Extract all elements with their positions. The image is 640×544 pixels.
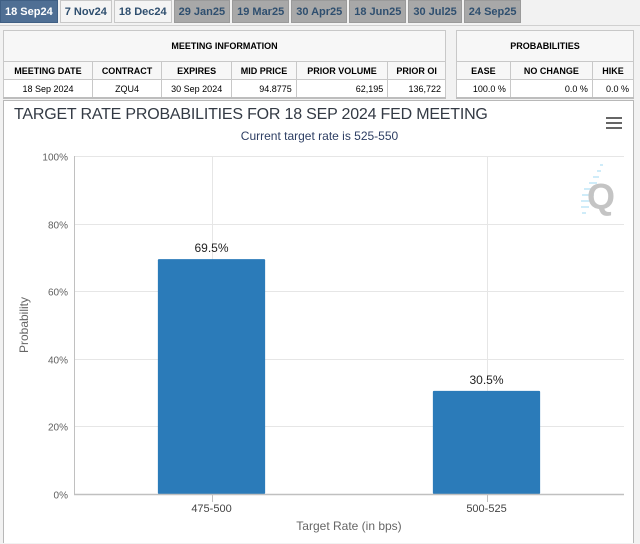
- header-mid-price: MID PRICE: [231, 61, 297, 80]
- y-tick-label: 40%: [48, 356, 68, 367]
- probabilities-table: PROBABILITIES EASE NO CHANGE HIKE 100.0 …: [456, 30, 635, 98]
- y-axis-title: Probability: [17, 297, 31, 353]
- bar-chart: 0% 20% 40% 60% 80% 100% 69.5% 475-500 30.5% 500-5…: [17, 153, 624, 533]
- tab-18-jun25[interactable]: 18 Jun25: [349, 0, 407, 23]
- hike-value: 0.0 %: [591, 79, 635, 98]
- svg-text:Q: Q: [587, 176, 615, 217]
- tab-19-mar25[interactable]: 19 Mar25: [232, 0, 290, 23]
- chart-subtitle: Current target rate is 525-550: [240, 129, 399, 143]
- bar-475-500: [157, 259, 266, 494]
- header-meeting-date: MEETING DATE: [3, 61, 93, 80]
- expires-value: 30 Sep 2024: [161, 79, 233, 98]
- bar-500-525: [432, 390, 541, 494]
- meeting-date-tabs: 18 Sep24 7 Nov24 18 Dec24 29 Jan25 19 Mar25 3…: [0, 0, 523, 25]
- probabilities-caption: PROBABILITIES: [456, 30, 634, 62]
- data-label: 69.5%: [194, 241, 228, 255]
- table-shadow: [456, 97, 634, 99]
- tab-30-jul25[interactable]: 30 Jul25: [408, 0, 462, 23]
- ease-value: 100.0 %: [456, 79, 511, 98]
- hamburger-menu-icon[interactable]: [606, 117, 622, 129]
- meeting-information-caption: MEETING INFORMATION: [3, 30, 446, 62]
- y-tick-label: 20%: [48, 423, 68, 434]
- tab-18-sep24[interactable]: 18 Sep24: [0, 0, 58, 23]
- chart-title: TARGET RATE PROBABILITIES FOR 18 SEP 202…: [14, 106, 488, 123]
- tab-7-nov24[interactable]: 7 Nov24: [59, 0, 112, 23]
- prior-oi-value: 136,722: [387, 79, 446, 98]
- table-row: 100.0 % 0.0 % 0.0 %: [456, 79, 635, 98]
- header-expires: EXPIRES: [161, 61, 233, 80]
- header-ease: EASE: [456, 61, 511, 80]
- header-contract: CONTRACT: [91, 61, 163, 80]
- tab-divider: [0, 25, 640, 26]
- y-tick-label: 0%: [54, 491, 69, 502]
- table-row: 18 Sep 2024 ZQU4 30 Sep 2024 94.8775 62,…: [3, 79, 446, 98]
- tab-24-sep25[interactable]: 24 Sep25: [463, 0, 522, 23]
- tab-18-dec24[interactable]: 18 Dec24: [113, 0, 172, 23]
- mid-price-value: 94.8775: [231, 79, 297, 98]
- header-prior-oi: PRIOR OI: [387, 61, 446, 80]
- prior-volume-value: 62,195: [295, 79, 389, 98]
- header-prior-volume: PRIOR VOLUME: [295, 61, 389, 80]
- meeting-date-value: 18 Sep 2024: [3, 79, 93, 98]
- quikstrike-q-logo-icon: Q: [581, 164, 615, 217]
- chart-panel: 0% 20% 40% 60% 80% 100% 69.5% 475-500 30.5% 500-5…: [3, 100, 634, 543]
- tab-30-apr25[interactable]: 30 Apr25: [291, 0, 348, 23]
- meeting-information-table: MEETING INFORMATION MEETING DATE CONTRAC…: [3, 30, 446, 98]
- contract-value: ZQU4: [91, 79, 163, 98]
- tab-29-jan25[interactable]: 29 Jan25: [173, 0, 231, 23]
- y-tick-label: 60%: [48, 288, 68, 299]
- data-label: 30.5%: [469, 373, 503, 387]
- y-tick-label: 100%: [42, 153, 68, 164]
- table-shadow: [3, 97, 446, 99]
- x-tick-label: 475-500: [191, 503, 231, 515]
- header-no-change: NO CHANGE: [509, 61, 593, 80]
- header-hike: HIKE: [591, 61, 635, 80]
- x-axis-title: Target Rate (in bps): [296, 519, 401, 533]
- y-tick-label: 80%: [48, 221, 68, 232]
- x-tick-label: 500-525: [466, 503, 506, 515]
- no-change-value: 0.0 %: [509, 79, 593, 98]
